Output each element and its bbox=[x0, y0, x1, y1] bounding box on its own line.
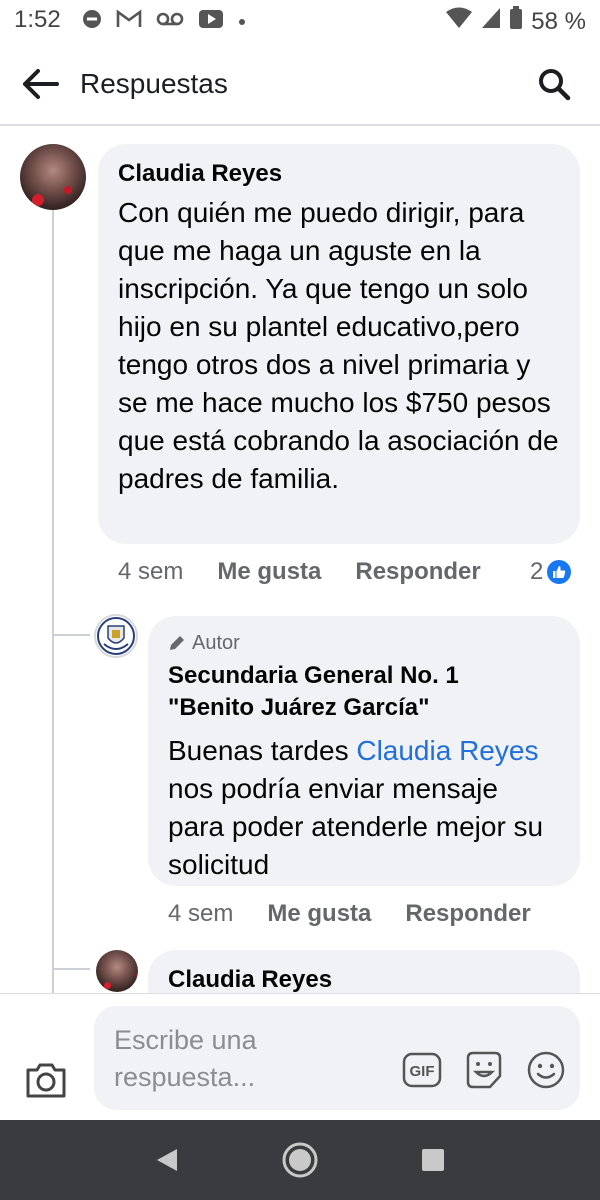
battery-icon bbox=[509, 6, 523, 37]
avatar[interactable] bbox=[20, 144, 86, 210]
gif-button[interactable]: GIF bbox=[402, 1050, 442, 1090]
search-icon bbox=[539, 69, 571, 101]
comment-text: Con quién me puedo dirigir, para que me … bbox=[118, 197, 559, 494]
comment-bubble: Claudia Reyes Con quién me puedo dirigir… bbox=[98, 144, 580, 544]
thread-line bbox=[52, 210, 54, 994]
youtube-icon bbox=[198, 9, 224, 34]
page-title: Respuestas bbox=[80, 68, 228, 99]
reply-button[interactable]: Responder bbox=[355, 558, 480, 586]
nav-back-button[interactable] bbox=[145, 1138, 189, 1182]
avatar[interactable] bbox=[96, 950, 138, 992]
system-nav-bar bbox=[0, 1120, 600, 1200]
wifi-icon bbox=[445, 7, 473, 36]
status-bar: 1:52 58 % bbox=[0, 0, 600, 42]
back-triangle-icon bbox=[156, 1149, 177, 1171]
gif-label: GIF bbox=[410, 1063, 435, 1080]
battery-percent: 58 % bbox=[531, 7, 586, 35]
author-badge-label: Autor bbox=[192, 631, 240, 654]
app-header: Respuestas bbox=[0, 42, 600, 126]
reaction-count: 2 bbox=[530, 558, 544, 585]
do-not-disturb-icon bbox=[82, 9, 102, 34]
comment-text-end: nos podría enviar mensaje para poder ate… bbox=[168, 773, 544, 880]
voicemail-icon bbox=[156, 11, 184, 32]
dot-icon bbox=[238, 13, 246, 31]
like-button[interactable]: Me gusta bbox=[267, 900, 371, 928]
status-time: 1:52 bbox=[14, 6, 61, 33]
sticker-icon bbox=[466, 1051, 502, 1089]
recents-square-icon bbox=[422, 1149, 445, 1171]
pencil-icon bbox=[170, 636, 184, 650]
like-button[interactable]: Me gusta bbox=[217, 558, 321, 586]
comment-actions: 4 sem Me gusta Responder bbox=[168, 900, 565, 928]
sticker-button[interactable] bbox=[464, 1050, 504, 1090]
search-button[interactable] bbox=[534, 64, 574, 104]
school-crest-icon bbox=[97, 617, 135, 655]
thread-connector bbox=[52, 634, 90, 636]
like-reaction-icon bbox=[547, 560, 572, 584]
avatar[interactable] bbox=[94, 614, 138, 658]
comment-time[interactable]: 4 sem bbox=[168, 900, 233, 928]
reply-placeholder: Escribe una respuesta... bbox=[114, 1025, 257, 1092]
mention-link[interactable]: Claudia Reyes bbox=[356, 735, 538, 766]
author-badge: Autor bbox=[168, 630, 560, 656]
comment-time[interactable]: 4 sem bbox=[118, 558, 183, 586]
emoji-icon bbox=[527, 1051, 565, 1089]
nav-recents-button[interactable] bbox=[411, 1138, 455, 1182]
nav-home-button[interactable] bbox=[278, 1138, 322, 1182]
comment-text: Buenas tardes Claudia Reyes nos podría e… bbox=[168, 732, 560, 884]
notification-icons bbox=[82, 9, 246, 34]
reply-button[interactable]: Responder bbox=[405, 900, 530, 928]
status-right: 58 % bbox=[445, 6, 586, 37]
arrow-left-icon bbox=[23, 69, 59, 99]
signal-icon bbox=[481, 7, 501, 36]
gmail-icon bbox=[116, 9, 142, 34]
reaction-summary[interactable]: 2 bbox=[530, 558, 572, 586]
comment-actions: 4 sem Me gusta Responder bbox=[118, 558, 515, 586]
camera-icon bbox=[26, 1063, 66, 1098]
comment-author[interactable]: Claudia Reyes bbox=[118, 158, 560, 190]
composer-icons: GIF bbox=[402, 1050, 566, 1090]
gif-icon: GIF bbox=[402, 1052, 442, 1088]
comment-author[interactable]: Secundaria General No. 1 "Benito Juárez … bbox=[168, 660, 498, 724]
emoji-button[interactable] bbox=[526, 1050, 566, 1090]
comment-author[interactable]: Claudia Reyes bbox=[168, 964, 560, 996]
comment-bubble: Autor Secundaria General No. 1 "Benito J… bbox=[148, 616, 580, 886]
thread-connector bbox=[52, 968, 90, 970]
reply-input[interactable]: Escribe una respuesta... GIF bbox=[94, 1006, 580, 1110]
reply-composer: Escribe una respuesta... GIF bbox=[0, 993, 600, 1120]
back-button[interactable] bbox=[18, 64, 62, 104]
comment-text-start: Buenas tardes bbox=[168, 735, 357, 766]
home-circle-icon bbox=[282, 1142, 318, 1178]
camera-button[interactable] bbox=[24, 1060, 68, 1100]
